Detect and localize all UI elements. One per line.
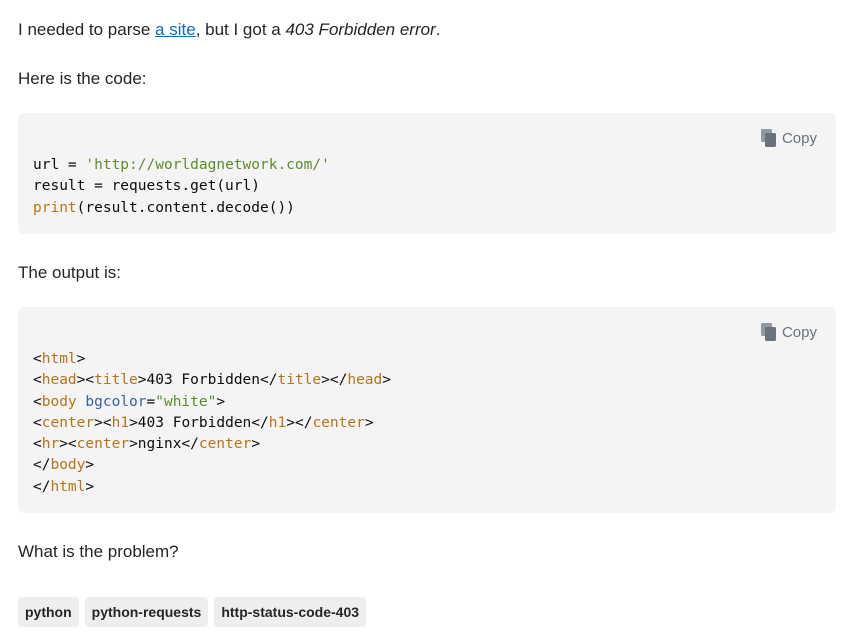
code-block-python: Copy url = 'http://worldagnetwork.com/' … [18,113,836,234]
code-block-html-output: Copy <html> <head><title>403 Forbidden</… [18,307,836,513]
copy-icon [760,128,778,148]
error-text: 403 Forbidden error [285,20,436,39]
code-intro-text: Here is the code: [18,69,147,88]
site-link[interactable]: a site [155,20,196,39]
html-output-code: <html> <head><title>403 Forbidden</title… [33,351,391,495]
intro-text-2: , but I got a [195,20,286,39]
intro-paragraph: I needed to parse a site, but I got a 40… [18,19,440,41]
tag-python-requests[interactable]: python-requests [84,597,209,627]
tag-list: python python-requests http-status-code-… [18,597,367,627]
copy-button[interactable]: Copy [760,322,817,342]
copy-label: Copy [781,323,817,341]
copy-button[interactable]: Copy [760,128,817,148]
intro-text-3: . [435,20,441,39]
python-code: url = 'http://worldagnetwork.com/' resul… [33,157,330,216]
tag-python[interactable]: python [18,597,79,627]
intro-text-1: I needed to parse [18,20,156,39]
tag-http-status-code-403[interactable]: http-status-code-403 [214,597,367,627]
copy-label: Copy [781,129,817,147]
output-intro-text: The output is: [18,263,122,282]
question-text: What is the problem? [18,542,179,561]
copy-icon [760,322,778,342]
